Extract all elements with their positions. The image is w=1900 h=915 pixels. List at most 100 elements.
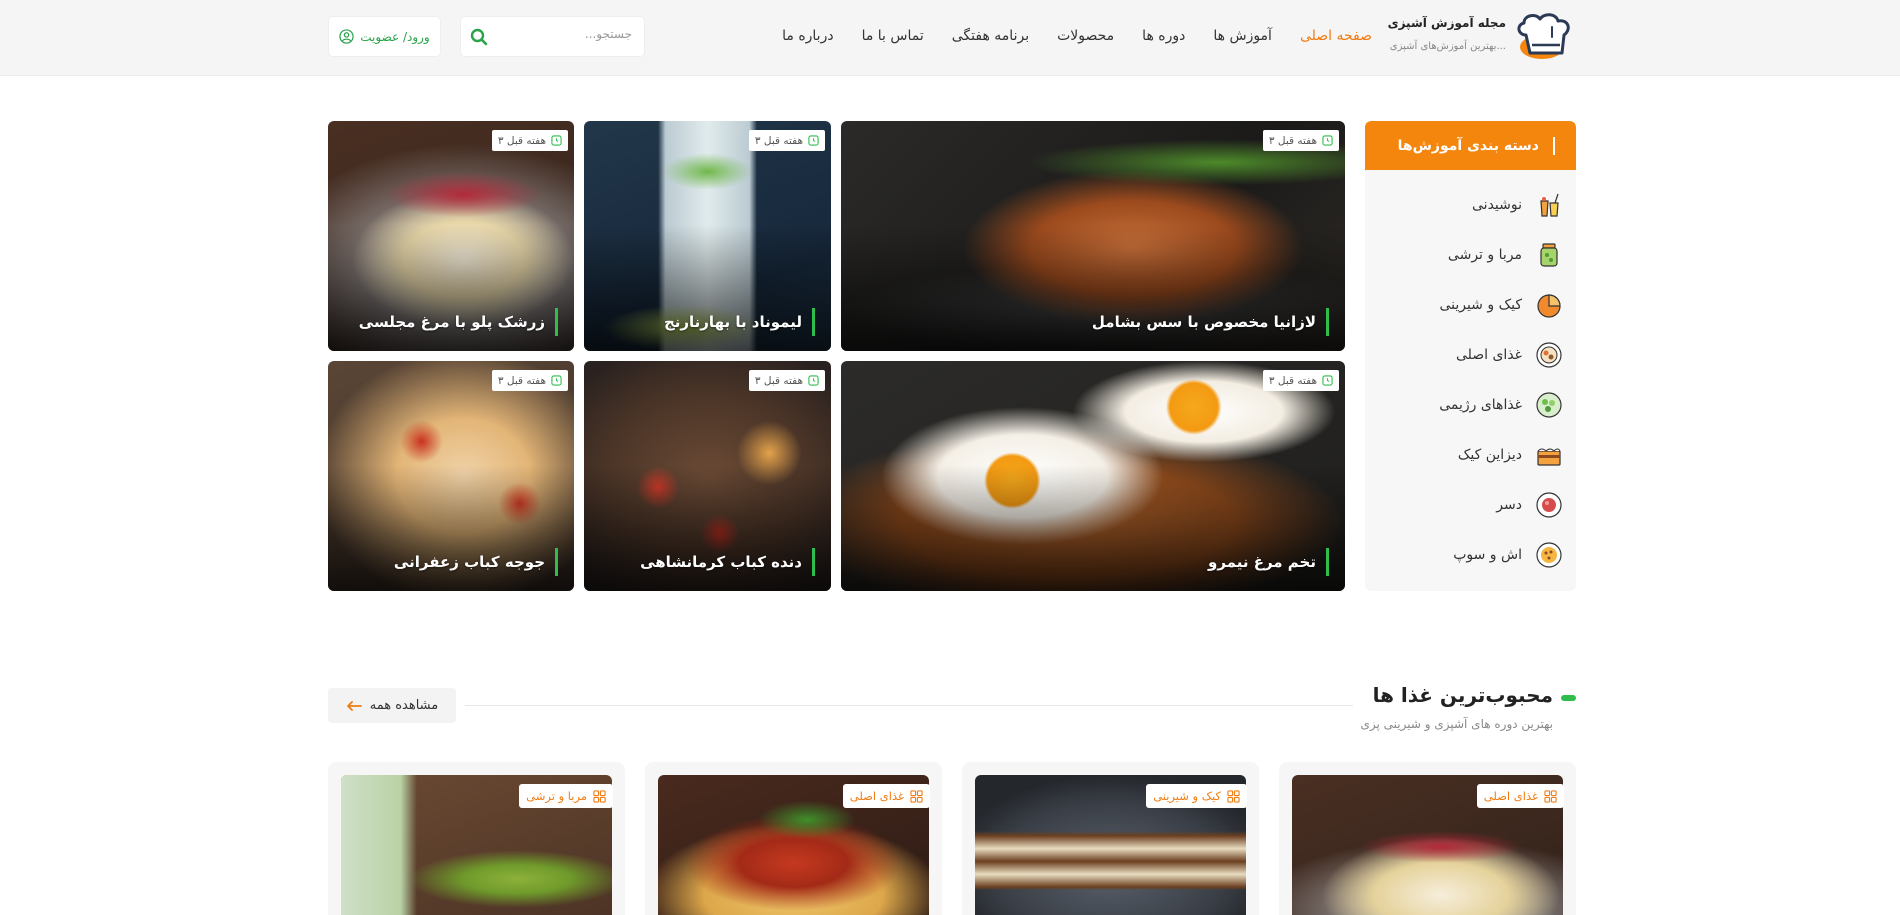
header-divider [1553, 136, 1555, 155]
category-label: مربا و ترشی [1447, 247, 1522, 263]
featured-card[interactable]: ۳ هفته قبل زرشک پلو با مرغ مجلسی [328, 121, 574, 351]
food-card[interactable]: کیک و شیرینی [962, 762, 1259, 915]
category-title: دسته بندی آموزش‌ها [1397, 137, 1539, 154]
cake-icon [1534, 440, 1564, 470]
featured-card[interactable]: ۳ هفته قبل جوجه کباب زعفرانی [328, 361, 574, 591]
soup-icon [1534, 540, 1564, 570]
featured-title: زرشک پلو با مرغ مجلسی [359, 308, 558, 336]
time-label: ۳ هفته قبل [1268, 374, 1317, 387]
time-label: ۳ هفته قبل [497, 374, 546, 387]
category-item-jams[interactable]: مربا و ترشی [1365, 230, 1576, 280]
time-label: ۳ هفته قبل [497, 134, 546, 147]
category-chip: مربا و ترشی [519, 784, 613, 808]
nav-item-home[interactable]: صفحه اصلی [1300, 28, 1372, 44]
food-card[interactable]: غذای اصلی [1279, 762, 1576, 915]
user-icon [339, 29, 354, 44]
time-label: ۳ هفته قبل [1268, 134, 1317, 147]
clock-icon [808, 135, 819, 146]
time-badge: ۳ هفته قبل [491, 370, 568, 391]
see-all-label: مشاهده همه [369, 698, 439, 713]
category-item-cake-design[interactable]: دیزاین کیک [1365, 430, 1576, 480]
clock-icon [1322, 375, 1333, 386]
section-subtitle: بهترین دوره های آشپزی و شیرینی پزی [1360, 717, 1553, 731]
time-badge: ۳ هفته قبل [748, 130, 825, 151]
category-item-drinks[interactable]: نوشیدنی [1365, 180, 1576, 230]
category-chip: کیک و شیرینی [1146, 784, 1247, 808]
site-tagline: بهترین آموزش‌های آشپزی... [1389, 41, 1506, 52]
category-label: اش و سوپ [1453, 547, 1522, 563]
time-badge: ۳ هفته قبل [748, 370, 825, 391]
drink-icon [1534, 190, 1564, 220]
category-label: کیک و شیرینی [1439, 297, 1522, 313]
featured-title: لیموناد با بهارنارنج [664, 308, 815, 336]
cookie-icon [1534, 290, 1564, 320]
arrow-left-icon [346, 700, 362, 711]
category-item-dessert[interactable]: دسر [1365, 480, 1576, 530]
time-badge: ۳ هفته قبل [1262, 130, 1339, 151]
clock-icon [551, 135, 562, 146]
category-list: نوشیدنی مربا و ترشی کیک و شیرینی غذای اص… [1365, 170, 1576, 580]
category-label: دیزاین کیک [1457, 447, 1522, 463]
category-chip-label: مربا و ترشی [526, 789, 587, 803]
food-card[interactable]: مربا و ترشی [328, 762, 625, 915]
nav-item-about[interactable]: درباره ما [782, 28, 833, 44]
see-all-button[interactable]: مشاهده همه [328, 688, 456, 723]
featured-card[interactable]: ۳ هفته قبل لازانیا مخصوص با سس بشامل [841, 121, 1345, 351]
featured-title: جوجه کباب زعفرانی [394, 548, 558, 576]
category-chip-label: غذای اصلی [1483, 789, 1538, 803]
clock-icon [808, 375, 819, 386]
time-label: ۳ هفته قبل [754, 374, 803, 387]
category-chip-label: غذای اصلی [849, 789, 904, 803]
category-label: غذای اصلی [1455, 347, 1522, 363]
nav-item-tutorials[interactable]: آموزش ها [1213, 28, 1272, 44]
grid-icon [910, 789, 923, 803]
login-label: ورود/ عضویت [360, 29, 430, 44]
category-item-soup[interactable]: اش و سوپ [1365, 530, 1576, 580]
category-label: دسر [1496, 497, 1522, 513]
grid-icon [593, 789, 606, 803]
jar-icon [1534, 240, 1564, 270]
time-badge: ۳ هفته قبل [491, 130, 568, 151]
food-card[interactable]: غذای اصلی [645, 762, 942, 915]
category-header: دسته بندی آموزش‌ها [1365, 121, 1576, 170]
section-title: محبوب‌ترین غذا ها [1372, 683, 1553, 707]
category-item-cakes[interactable]: کیک و شیرینی [1365, 280, 1576, 330]
login-button[interactable]: ورود/ عضویت [328, 16, 441, 57]
clock-icon [1322, 135, 1333, 146]
category-chip: غذای اصلی [1476, 784, 1564, 808]
category-label: غذاهای رژیمی [1439, 397, 1522, 413]
category-item-main-dish[interactable]: غذای اصلی [1365, 330, 1576, 380]
featured-card[interactable]: ۳ هفته قبل دنده کباب کرمانشاهی [584, 361, 831, 591]
section-marker [1561, 695, 1576, 701]
nav-item-weekly-plan[interactable]: برنامه هفتگی [952, 28, 1029, 44]
main-nav: صفحه اصلی آموزش ها دوره ها محصولات برنام… [782, 0, 1372, 72]
time-badge: ۳ هفته قبل [1262, 370, 1339, 391]
grid-icon [1544, 789, 1557, 803]
featured-card[interactable]: ۳ هفته قبل لیموناد با بهارنارنج [584, 121, 831, 351]
category-item-diet[interactable]: غذاهای رژیمی [1365, 380, 1576, 430]
nav-item-contact[interactable]: تماس با ما [862, 28, 924, 44]
grid-icon [1227, 789, 1240, 803]
time-label: ۳ هفته قبل [754, 134, 803, 147]
chef-hat-logo-icon[interactable] [1512, 13, 1576, 61]
featured-title: دنده کباب کرمانشاهی [640, 548, 815, 576]
nav-item-courses[interactable]: دوره ها [1142, 28, 1185, 44]
nav-item-products[interactable]: محصولات [1057, 28, 1114, 44]
section-divider [465, 705, 1353, 706]
featured-card[interactable]: ۳ هفته قبل تخم مرغ نیمرو [841, 361, 1345, 591]
search-box [460, 16, 645, 57]
search-input[interactable] [502, 27, 632, 41]
featured-title: لازانیا مخصوص با سس بشامل [1092, 308, 1329, 336]
category-chip: غذای اصلی [842, 784, 930, 808]
featured-title: تخم مرغ نیمرو [1208, 548, 1329, 576]
dessert-icon [1534, 490, 1564, 520]
salad-icon [1534, 390, 1564, 420]
site-title[interactable]: مجله آموزش آشپزی [1388, 16, 1506, 30]
clock-icon [551, 375, 562, 386]
main-dish-icon [1534, 340, 1564, 370]
category-label: نوشیدنی [1472, 197, 1522, 213]
site-header: مجله آموزش آشپزی بهترین آموزش‌های آشپزی.… [0, 0, 1900, 76]
category-chip-label: کیک و شیرینی [1153, 789, 1221, 803]
search-icon[interactable] [469, 27, 489, 47]
category-sidebar: دسته بندی آموزش‌ها نوشیدنی مربا و ترشی ک… [1365, 121, 1576, 591]
